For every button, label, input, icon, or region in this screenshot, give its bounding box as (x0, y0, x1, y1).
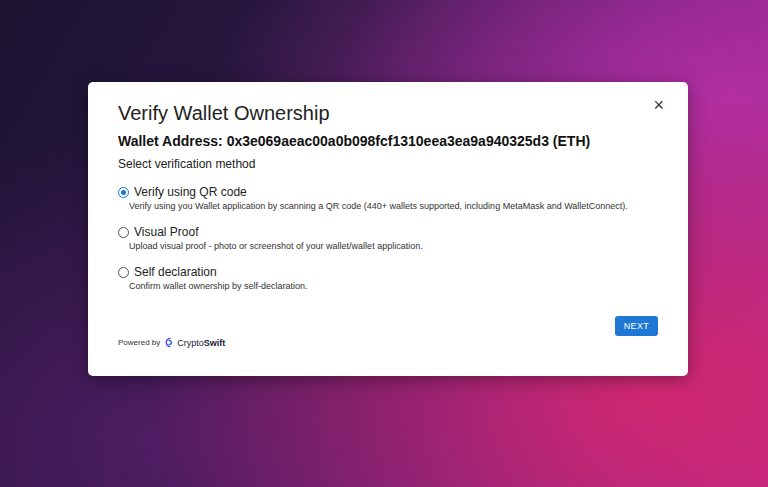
brand-logo: CryptoSwift (164, 337, 225, 348)
radio-button[interactable] (118, 267, 129, 278)
method-option[interactable]: Self declarationConfirm wallet ownership… (118, 264, 666, 292)
powered-by-label: Powered by (118, 338, 160, 347)
radio-button[interactable] (118, 227, 129, 238)
brand-name: CryptoSwift (177, 338, 225, 348)
button-row: NEXT (118, 316, 666, 336)
close-button[interactable]: × (651, 96, 666, 114)
option-description: Verify using you Wallet application by s… (129, 200, 666, 212)
background: Verify Wallet Ownership×Wallet Address: … (0, 0, 768, 487)
method-prompt: Select verification method (118, 156, 666, 172)
wallet-address: Wallet Address: 0x3e069aeac00a0b098fcf13… (118, 132, 666, 150)
option-label[interactable]: Visual Proof (134, 224, 198, 240)
radio-button[interactable] (118, 187, 129, 198)
method-option[interactable]: Verify using QR codeVerify using you Wal… (118, 184, 666, 212)
option-description: Upload visual proof - photo or screensho… (129, 240, 666, 252)
next-button[interactable]: NEXT (615, 316, 658, 336)
powered-by: Powered by CryptoSwift (118, 337, 666, 348)
verify-dialog: Verify Wallet Ownership×Wallet Address: … (88, 82, 688, 376)
option-label[interactable]: Self declaration (134, 264, 217, 280)
dialog-header: Verify Wallet Ownership× (118, 100, 666, 126)
option-label[interactable]: Verify using QR code (134, 184, 247, 200)
method-option[interactable]: Visual ProofUpload visual proof - photo … (118, 224, 666, 252)
dialog-title: Verify Wallet Ownership (118, 100, 330, 126)
option-description: Confirm wallet ownership by self-declara… (129, 280, 666, 292)
method-list: Verify using QR codeVerify using you Wal… (118, 184, 666, 292)
cryptoswift-icon (164, 337, 175, 348)
